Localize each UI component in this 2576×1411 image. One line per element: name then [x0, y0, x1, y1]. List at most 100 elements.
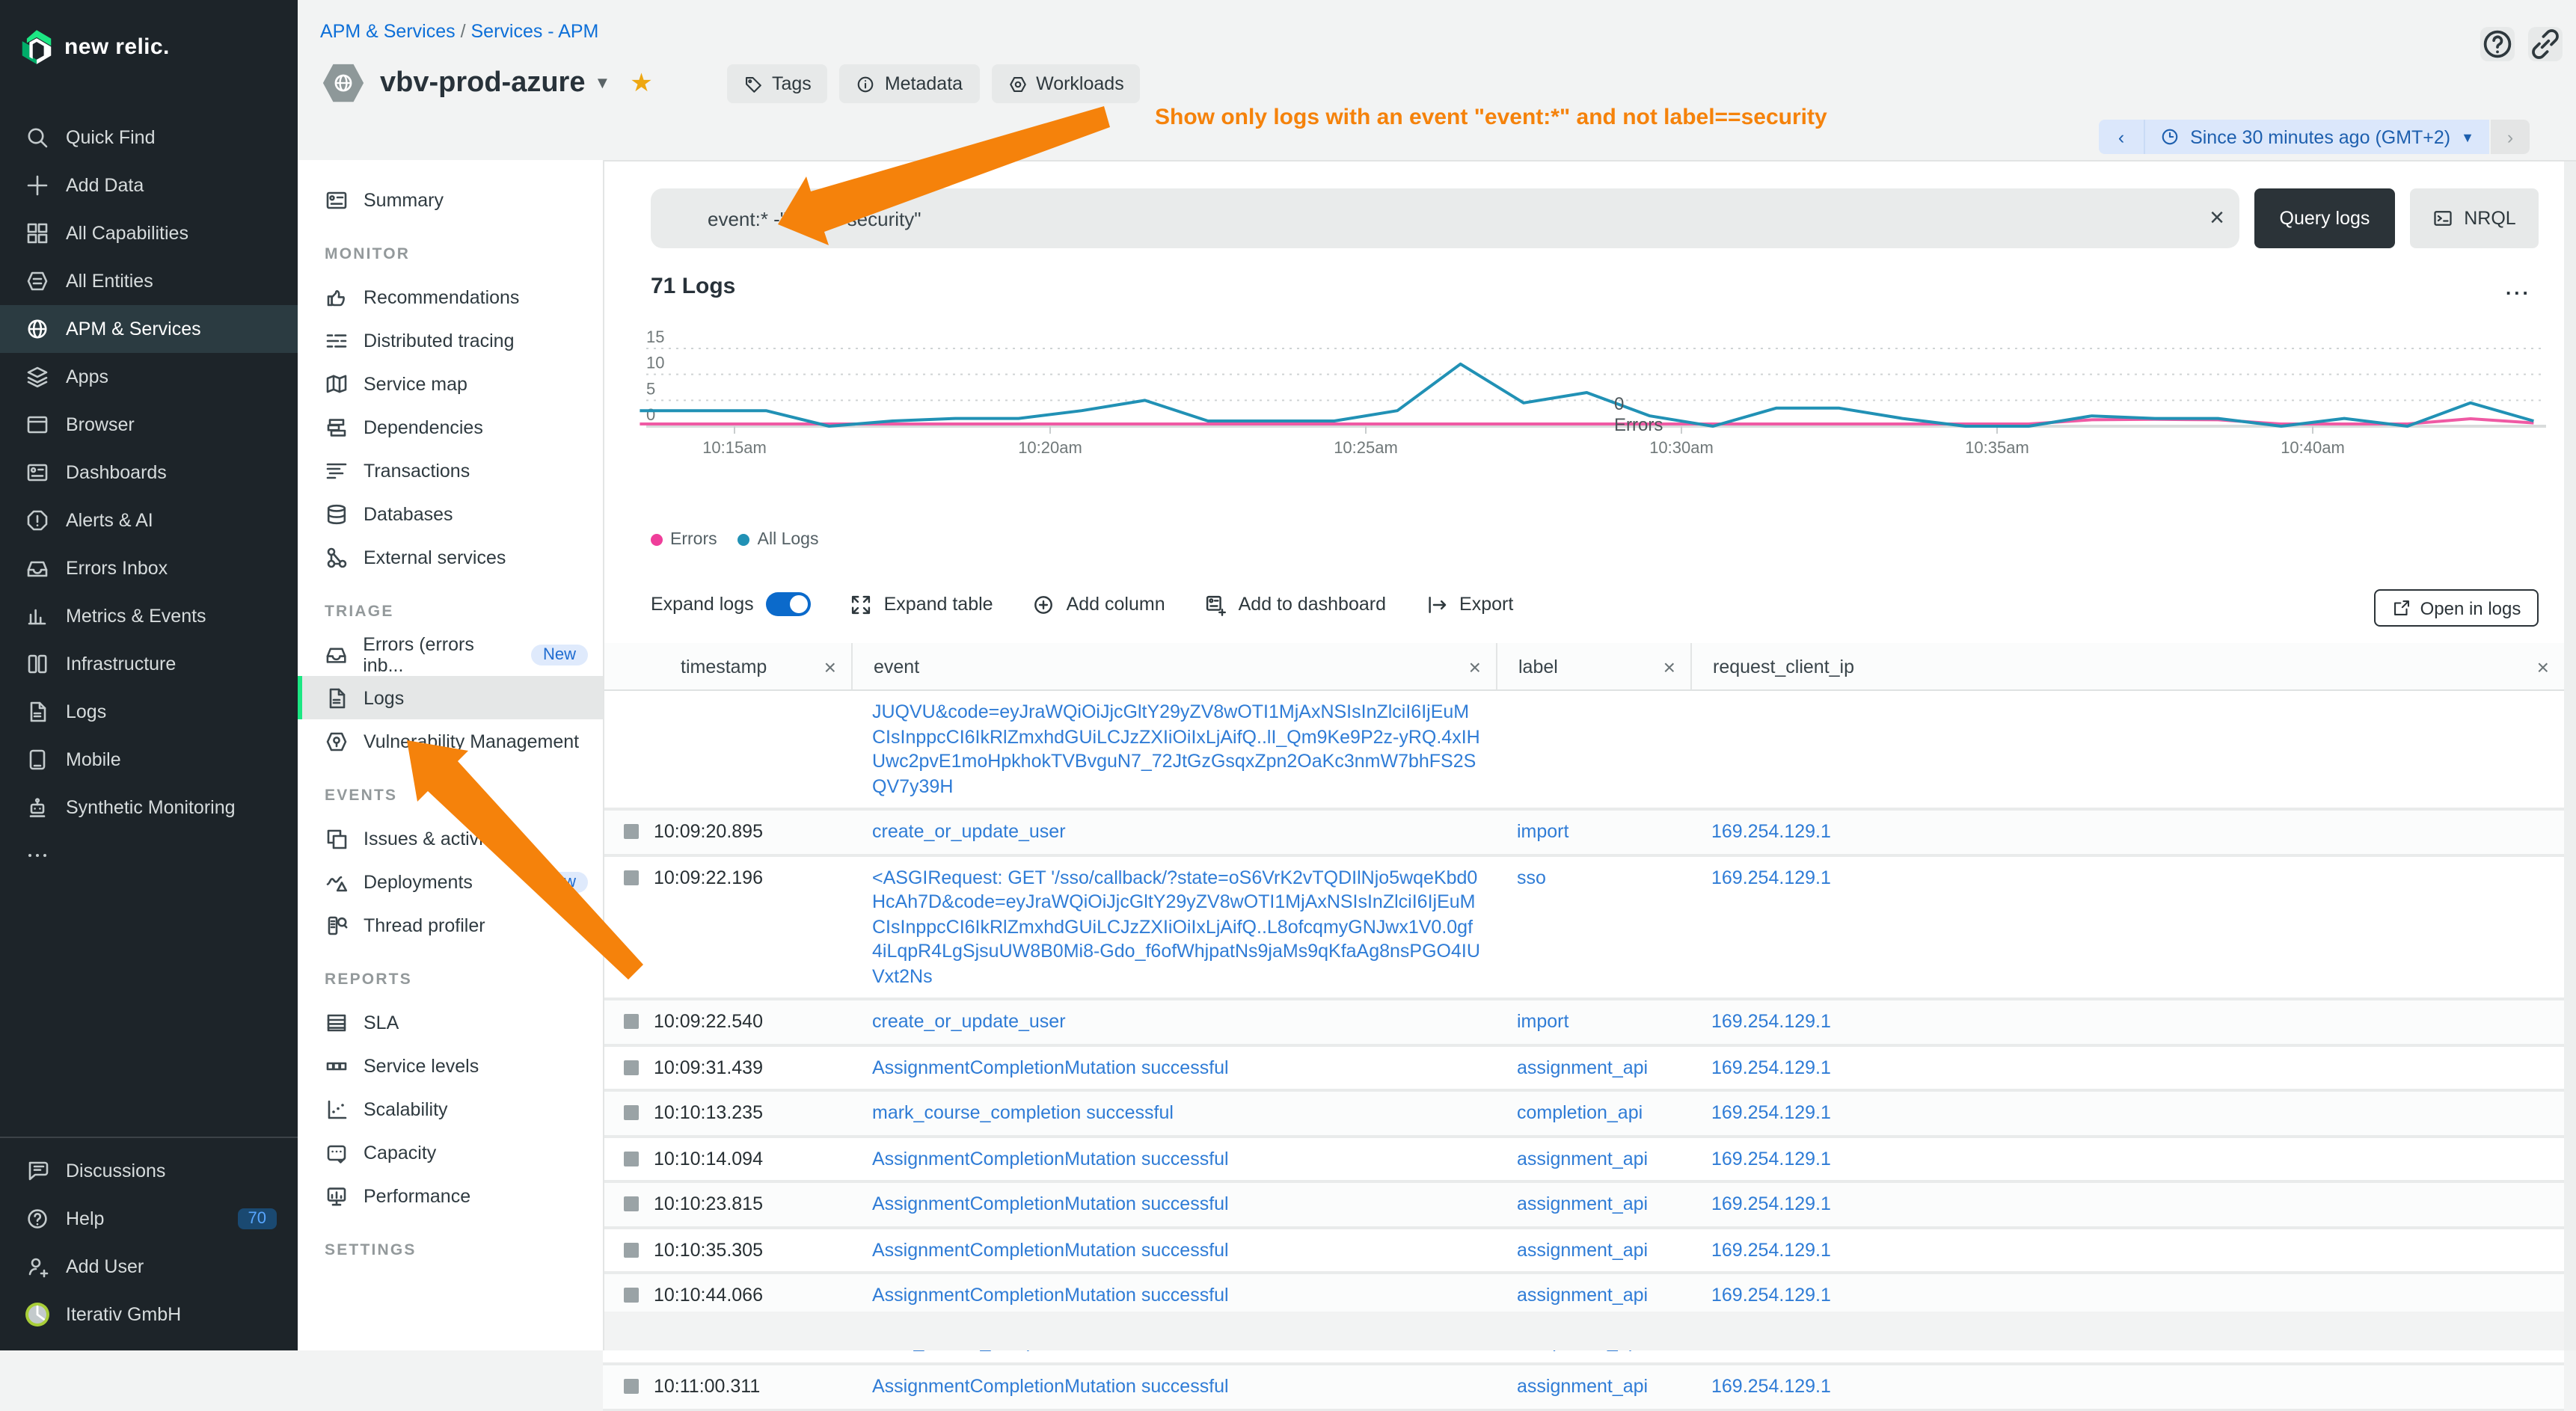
expand-table-button[interactable]: Expand table	[850, 593, 993, 615]
cell-request-client-ip-link[interactable]: 169.254.129.1	[1690, 1229, 2564, 1271]
sidebar-item-all-entities[interactable]: All Entities	[0, 257, 298, 305]
sidebar-item-iterativ-gmbh[interactable]: Iterativ GmbH	[0, 1291, 298, 1338]
sidebar-item-mobile[interactable]: Mobile	[0, 736, 298, 784]
cell-label-link[interactable]: assignment_api	[1496, 1046, 1690, 1089]
cell-request-client-ip-link[interactable]: 169.254.129.1	[1690, 1137, 2564, 1180]
sidebar-item-add-data[interactable]: Add Data	[0, 162, 298, 209]
cell-request-client-ip-link[interactable]: 169.254.129.1	[1690, 1046, 2564, 1089]
remove-column-button[interactable]: ×	[824, 654, 836, 678]
cell-event-link[interactable]: AssignmentCompletionMutation successful	[851, 1229, 1496, 1271]
sidebar-item-logs[interactable]: Logs	[0, 688, 298, 736]
sidebar-item-quick-find[interactable]: Quick Find	[0, 114, 298, 162]
legend-item-all-logs[interactable]: All Logs	[738, 531, 819, 549]
expand-logs-toggle[interactable]	[766, 592, 811, 616]
cell-event-link[interactable]: create_or_update_user	[851, 1000, 1496, 1043]
cell-label-link[interactable]: import	[1496, 811, 1690, 853]
cell-label-link[interactable]: sso	[1496, 856, 1690, 899]
subnav-item-scalability[interactable]: Scalability	[298, 1087, 603, 1131]
subnav-item-recommendations[interactable]: Recommendations	[298, 275, 603, 319]
subnav-item-transactions[interactable]: Transactions	[298, 449, 603, 492]
sidebar-item-item[interactable]	[0, 831, 298, 879]
time-back-button[interactable]: ‹	[2099, 120, 2145, 154]
add-column-button[interactable]: Add column	[1032, 593, 1165, 615]
subnav-item-thread-profiler[interactable]: Thread profiler	[298, 903, 603, 947]
workloads-button[interactable]: Workloads	[991, 64, 1141, 103]
sidebar-item-errors-inbox[interactable]: Errors Inbox	[0, 544, 298, 592]
help-circle-button[interactable]	[2480, 27, 2515, 61]
table-row[interactable]: 10:10:35.305AssignmentCompletionMutation…	[603, 1229, 2564, 1274]
cell-request-client-ip-link[interactable]: 169.254.129.1	[1690, 1183, 2564, 1226]
subnav-item-vulnerability-management[interactable]: Vulnerability Management	[298, 719, 603, 763]
subnav-item-issues-activity[interactable]: Issues & activity	[298, 817, 603, 860]
table-row[interactable]: 10:11:00.311AssignmentCompletionMutation…	[603, 1365, 2564, 1411]
favorite-star-icon[interactable]: ★	[630, 68, 653, 98]
table-row[interactable]: 10:10:23.815AssignmentCompletionMutation…	[603, 1183, 2564, 1229]
cell-request-client-ip-link[interactable]	[1690, 691, 2564, 709]
cell-request-client-ip-link[interactable]: 169.254.129.1	[1690, 1092, 2564, 1134]
cell-label-link[interactable]: assignment_api	[1496, 1183, 1690, 1226]
tags-button[interactable]: Tags	[727, 64, 828, 103]
cell-label-link[interactable]: completion_api	[1496, 1092, 1690, 1134]
copy-link-button[interactable]	[2528, 27, 2563, 61]
export-button[interactable]: Export	[1425, 593, 1513, 615]
title-dropdown-icon[interactable]: ▼	[595, 74, 611, 92]
cell-event-link[interactable]: AssignmentCompletionMutation successful	[851, 1365, 1496, 1408]
table-row[interactable]: 10:09:22.540create_or_update_userimport1…	[603, 1000, 2564, 1046]
clear-query-button[interactable]: ×	[2198, 199, 2236, 238]
cell-label-link[interactable]	[1496, 691, 1690, 709]
remove-column-button[interactable]: ×	[1469, 654, 1481, 678]
legend-item-errors[interactable]: Errors	[651, 531, 717, 549]
subnav-item-capacity[interactable]: Capacity	[298, 1131, 603, 1174]
subnav-item-deployments[interactable]: DeploymentsNew	[298, 860, 603, 903]
metadata-button[interactable]: Metadata	[840, 64, 979, 103]
cell-request-client-ip-link[interactable]: 169.254.129.1	[1690, 856, 2564, 899]
subnav-item-sla[interactable]: SLA	[298, 1000, 603, 1044]
add-to-dashboard-button[interactable]: Add to dashboard	[1204, 593, 1386, 615]
remove-column-button[interactable]: ×	[2537, 654, 2549, 678]
sidebar-item-all-capabilities[interactable]: All Capabilities	[0, 209, 298, 257]
subnav-item-logs[interactable]: Logs	[298, 676, 603, 719]
sidebar-item-dashboards[interactable]: Dashboards	[0, 449, 298, 497]
sidebar-item-metrics-events[interactable]: Metrics & Events	[0, 592, 298, 640]
new-relic-logo[interactable]: new relic.	[0, 0, 298, 72]
subnav-item-distributed-tracing[interactable]: Distributed tracing	[298, 319, 603, 362]
time-forward-button[interactable]: ›	[2491, 120, 2530, 154]
subnav-item-dependencies[interactable]: Dependencies	[298, 405, 603, 449]
expand-logs-button[interactable]: Expand logs	[651, 592, 811, 616]
cell-label-link[interactable]: import	[1496, 1000, 1690, 1043]
time-range-button[interactable]: Since 30 minutes ago (GMT+2) ▼	[2145, 120, 2489, 154]
sidebar-item-add-user[interactable]: Add User	[0, 1243, 298, 1291]
breadcrumb-apm-services[interactable]: APM & Services	[320, 21, 456, 42]
sidebar-item-discussions[interactable]: Discussions	[0, 1147, 298, 1195]
sidebar-item-infrastructure[interactable]: Infrastructure	[0, 640, 298, 688]
remove-column-button[interactable]: ×	[1663, 654, 1675, 678]
cell-request-client-ip-link[interactable]: 169.254.129.1	[1690, 1365, 2564, 1408]
breadcrumb-services-apm[interactable]: Services - APM	[471, 21, 599, 42]
cell-request-client-ip-link[interactable]: 169.254.129.1	[1690, 1000, 2564, 1043]
subnav-item-service-levels[interactable]: Service levels	[298, 1044, 603, 1087]
sidebar-item-browser[interactable]: Browser	[0, 401, 298, 449]
cell-label-link[interactable]: assignment_api	[1496, 1137, 1690, 1180]
nrql-button[interactable]: NRQL	[2410, 188, 2539, 248]
cell-label-link[interactable]: assignment_api	[1496, 1365, 1690, 1408]
cell-event-link[interactable]: JUQVU&code=eyJraWQiOiJjcGltY29yZV8wOTI1M…	[851, 691, 1496, 808]
sidebar-item-help[interactable]: Help70	[0, 1195, 298, 1243]
table-row[interactable]: 10:09:22.196<ASGIRequest: GET '/sso/call…	[603, 856, 2564, 1000]
sidebar-item-apps[interactable]: Apps	[0, 353, 298, 401]
table-row[interactable]: JUQVU&code=eyJraWQiOiJjcGltY29yZV8wOTI1M…	[603, 691, 2564, 811]
cell-event-link[interactable]: create_or_update_user	[851, 811, 1496, 853]
sidebar-item-apm-services[interactable]: APM & Services	[0, 305, 298, 353]
panel-menu-button[interactable]: ...	[2506, 277, 2531, 299]
subnav-item-performance[interactable]: Performance	[298, 1174, 603, 1217]
sidebar-item-alerts-ai[interactable]: Alerts & AI	[0, 497, 298, 544]
cell-event-link[interactable]: AssignmentCompletionMutation successful	[851, 1274, 1496, 1317]
cell-event-link[interactable]: AssignmentCompletionMutation successful	[851, 1183, 1496, 1226]
cell-event-link[interactable]: AssignmentCompletionMutation successful	[851, 1046, 1496, 1089]
cell-request-client-ip-link[interactable]: 169.254.129.1	[1690, 1274, 2564, 1317]
table-row[interactable]: 10:09:31.439AssignmentCompletionMutation…	[603, 1046, 2564, 1092]
query-logs-button[interactable]: Query logs	[2254, 188, 2395, 248]
subnav-item-external-services[interactable]: External services	[298, 535, 603, 579]
subnav-item-service-map[interactable]: Service map	[298, 362, 603, 405]
scrollbar-gutter[interactable]	[2564, 160, 2576, 1350]
subnav-item-errors-errors-inb[interactable]: Errors (errors inb...New	[298, 633, 603, 676]
